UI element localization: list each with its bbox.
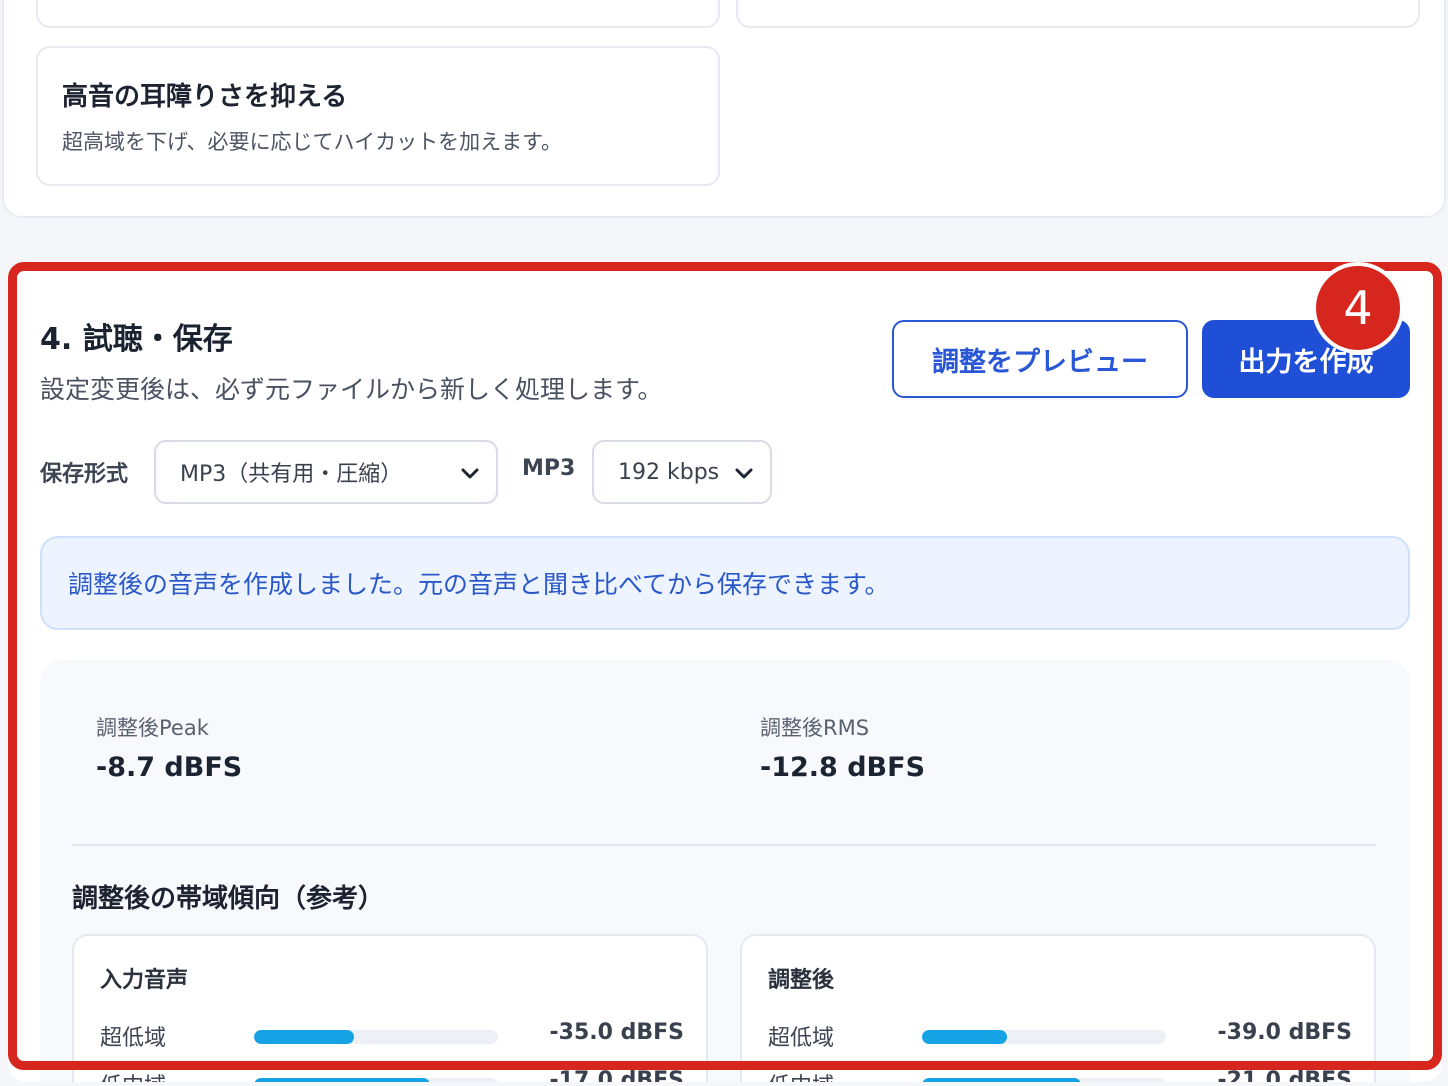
band-tendency-title: 調整後の帯域傾向（参考） xyxy=(72,884,385,914)
band-name: 低中域 xyxy=(100,1068,166,1082)
band-level-fill xyxy=(922,1078,1081,1082)
rms-value: -12.8 dBFS xyxy=(760,752,926,783)
option-card[interactable] xyxy=(36,0,720,28)
band-level-bar xyxy=(254,1078,498,1082)
step-number-badge: 4 xyxy=(1312,262,1404,354)
tone-options-section: 高音の耳障りさを抑える 超高域を下げ、必要に応じてハイカットを加えます。 xyxy=(2,0,1446,218)
band-card-title: 入力音声 xyxy=(100,968,189,993)
band-value: -35.0 dBFS xyxy=(549,1020,684,1045)
band-level-fill xyxy=(254,1030,355,1044)
option-card-description: 超高域を下げ、必要に応じてハイカットを加えます。 xyxy=(62,130,563,154)
preview-button[interactable]: 調整をプレビュー xyxy=(892,320,1188,398)
bitrate-label: MP3 xyxy=(522,456,576,481)
bitrate-select-value: 192 kbps xyxy=(618,459,720,485)
band-level-fill xyxy=(922,1030,1008,1044)
status-notice: 調整後の音声を作成しました。元の音声と聞き比べてから保存できます。 xyxy=(40,536,1410,630)
status-notice-text: 調整後の音声を作成しました。元の音声と聞き比べてから保存できます。 xyxy=(68,570,890,599)
bitrate-select[interactable]: 192 kbps xyxy=(592,440,772,504)
rms-label: 調整後RMS xyxy=(760,716,870,740)
chevron-down-icon xyxy=(461,468,479,479)
band-level-fill xyxy=(254,1078,430,1082)
band-level-bar xyxy=(922,1078,1166,1082)
band-name: 低中域 xyxy=(768,1068,834,1082)
divider xyxy=(72,844,1376,846)
band-row: 低中域 -21.0 dBFS xyxy=(768,1066,1352,1082)
option-card[interactable] xyxy=(736,0,1420,28)
peak-value: -8.7 dBFS xyxy=(96,752,243,783)
band-card-title: 調整後 xyxy=(768,968,835,993)
preview-save-section: 4. 試聴・保存 設定変更後は、必ず元ファイルから新しく処理します。 調整をプレ… xyxy=(8,262,1442,1082)
band-value: -21.0 dBFS xyxy=(1217,1068,1352,1082)
section-title: 4. 試聴・保存 xyxy=(40,322,233,357)
output-band-card: 調整後 超低域 -39.0 dBFS 低中域 -21.0 dBFS xyxy=(740,934,1376,1082)
band-level-bar xyxy=(922,1030,1166,1044)
band-row: 超低域 -39.0 dBFS xyxy=(768,1018,1352,1052)
section-description: 設定変更後は、必ず元ファイルから新しく処理します。 xyxy=(40,375,663,404)
band-row: 超低域 -35.0 dBFS xyxy=(100,1018,684,1052)
option-card-title: 高音の耳障りさを抑える xyxy=(62,82,348,112)
band-name: 超低域 xyxy=(100,1026,167,1051)
chevron-down-icon xyxy=(735,468,753,479)
input-band-card: 入力音声 超低域 -35.0 dBFS 低中域 -17.0 dBFS xyxy=(72,934,708,1082)
format-label: 保存形式 xyxy=(40,462,129,487)
format-select[interactable]: MP3（共有用・圧縮） xyxy=(154,440,498,504)
band-row: 低中域 -17.0 dBFS xyxy=(100,1066,684,1082)
peak-label: 調整後Peak xyxy=(96,716,209,740)
band-name: 超低域 xyxy=(768,1026,835,1051)
format-select-value: MP3（共有用・圧縮） xyxy=(180,462,403,487)
band-value: -17.0 dBFS xyxy=(549,1068,684,1082)
option-card-reduce-harsh-highs[interactable]: 高音の耳障りさを抑える 超高域を下げ、必要に応じてハイカットを加えます。 xyxy=(36,46,720,186)
band-value: -39.0 dBFS xyxy=(1217,1020,1352,1045)
metrics-panel: 調整後Peak -8.7 dBFS 調整後RMS -12.8 dBFS 調整後の… xyxy=(40,660,1410,1082)
band-level-bar xyxy=(254,1030,498,1044)
